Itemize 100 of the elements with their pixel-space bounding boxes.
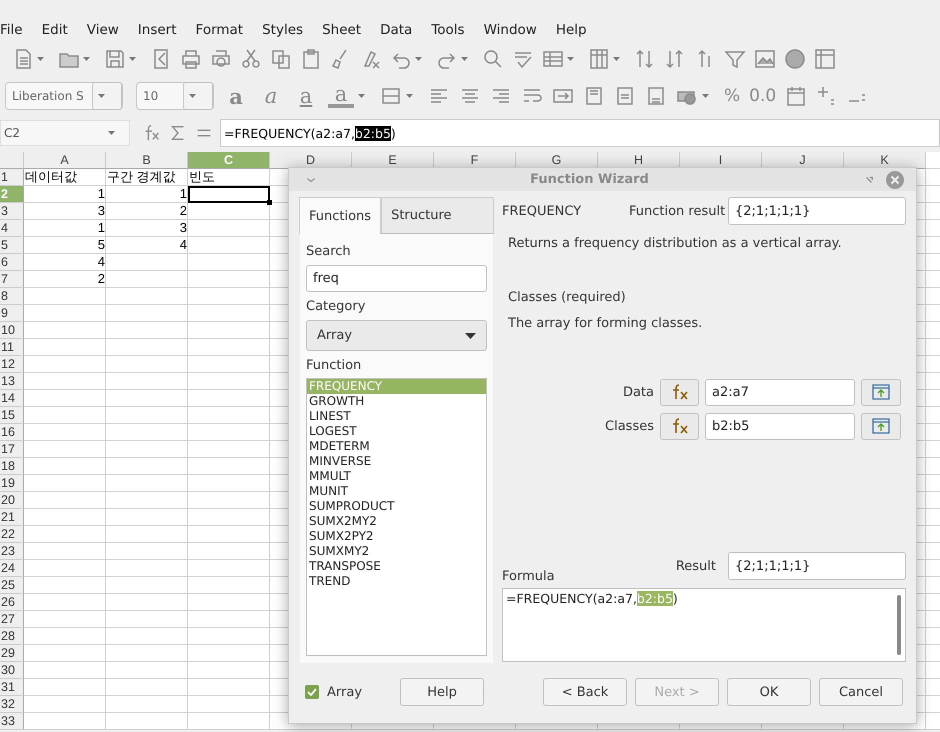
row-header[interactable]: 27 <box>0 611 24 628</box>
close-icon[interactable] <box>884 168 906 190</box>
row-header[interactable]: 21 <box>0 509 24 526</box>
row-header[interactable]: 15 <box>0 407 24 424</box>
menu-item[interactable]: Format <box>196 22 244 38</box>
row-header[interactable]: 13 <box>0 373 24 390</box>
dropdown-arrow-icon[interactable] <box>613 57 620 61</box>
menu-item[interactable]: Edit <box>42 22 68 38</box>
pivot-table-icon[interactable] <box>814 48 836 70</box>
function-list-item[interactable]: MINVERSE <box>307 454 486 469</box>
row-header[interactable]: 23 <box>0 543 24 560</box>
row-header[interactable]: 11 <box>0 339 24 356</box>
dropdown-arrow-icon[interactable] <box>567 57 574 61</box>
function-list-item[interactable]: SUMPRODUCT <box>307 499 486 514</box>
search-field[interactable]: freq <box>306 265 487 292</box>
row-header[interactable]: 8 <box>0 288 24 305</box>
select-range-button[interactable] <box>861 378 901 406</box>
row-header[interactable]: 31 <box>0 679 24 696</box>
function-list-item[interactable]: TRANSPOSE <box>307 559 486 574</box>
row-header[interactable]: 4 <box>0 220 24 237</box>
row-header[interactable]: 1 <box>0 169 24 186</box>
save-icon[interactable] <box>104 48 126 70</box>
function-wizard-button[interactable] <box>660 412 699 440</box>
category-dropdown[interactable]: Array <box>306 320 487 351</box>
dropdown-arrow-icon[interactable] <box>98 94 105 98</box>
dropdown-arrow-icon[interactable] <box>37 57 44 61</box>
function-list-item[interactable]: GROWTH <box>307 394 486 409</box>
row-header[interactable]: 3 <box>0 203 24 220</box>
row-header[interactable]: 14 <box>0 390 24 407</box>
checkbox[interactable] <box>305 685 319 699</box>
row-header[interactable]: 7 <box>0 271 24 288</box>
dropdown-arrow-icon[interactable] <box>189 94 196 98</box>
row-header[interactable]: 20 <box>0 492 24 509</box>
corner-header[interactable] <box>0 152 24 169</box>
dialog-button[interactable]: < Back <box>543 678 627 706</box>
calendar-icon[interactable] <box>785 85 808 107</box>
function-list-item[interactable]: SUMX2PY2 <box>307 529 486 544</box>
row-header[interactable]: 6 <box>0 254 24 271</box>
function-list-item[interactable]: LINEST <box>307 409 486 424</box>
argument-field[interactable]: b2:b5 <box>705 412 855 440</box>
function-list-item[interactable]: SUMXMY2 <box>307 544 486 559</box>
dropdown-arrow-icon[interactable] <box>108 131 115 135</box>
font-size-combo[interactable]: 10 <box>136 82 214 110</box>
row-header[interactable]: 16 <box>0 424 24 441</box>
row-header[interactable]: 17 <box>0 441 24 458</box>
row-header[interactable]: 26 <box>0 594 24 611</box>
function-result-field[interactable]: {2;1;1;1;1} <box>728 197 906 225</box>
search-icon[interactable] <box>482 48 504 70</box>
tab[interactable]: Functions <box>299 197 382 234</box>
scissors-icon[interactable] <box>240 48 262 70</box>
menu-item[interactable]: Sheet <box>322 22 362 38</box>
column-header[interactable]: D <box>270 152 352 169</box>
row-header[interactable]: 9 <box>0 305 24 322</box>
row-header[interactable]: 32 <box>0 696 24 713</box>
column-header[interactable]: A <box>24 152 106 169</box>
argument-field[interactable]: a2:a7 <box>705 378 855 406</box>
dialog-button[interactable]: Help <box>400 678 484 706</box>
dialog-button[interactable]: Cancel <box>819 678 903 706</box>
row-header[interactable]: 18 <box>0 458 24 475</box>
dropdown-arrow-icon[interactable] <box>415 57 422 61</box>
result-field[interactable]: {2;1;1;1;1} <box>728 552 906 580</box>
menu-item[interactable]: Tools <box>431 22 465 38</box>
formula-input[interactable]: =FREQUENCY(a2:a7,b2:b5) <box>220 119 940 147</box>
column-header[interactable]: K <box>844 152 926 169</box>
function-list-item[interactable]: TREND <box>307 574 486 589</box>
menu-item[interactable]: Styles <box>262 22 304 38</box>
name-box[interactable]: C2 <box>0 120 130 146</box>
copy-icon[interactable] <box>270 48 292 70</box>
function-wizard-button[interactable] <box>660 378 699 406</box>
function-list-item[interactable]: MDETERM <box>307 439 486 454</box>
dropdown-arrow-icon[interactable] <box>358 94 365 98</box>
row-header[interactable]: 19 <box>0 475 24 492</box>
menu-item[interactable]: Data <box>380 22 412 38</box>
row-header[interactable]: 5 <box>0 237 24 254</box>
row-header[interactable]: 25 <box>0 577 24 594</box>
dropdown-arrow-icon[interactable] <box>461 57 468 61</box>
function-list-item[interactable]: MUNIT <box>307 484 486 499</box>
row-header[interactable]: 33 <box>0 713 24 730</box>
row-header[interactable]: 10 <box>0 322 24 339</box>
menu-item[interactable]: File <box>0 22 23 38</box>
menu-item[interactable]: Window <box>484 22 537 38</box>
font-name-combo[interactable]: Liberation S <box>5 82 123 110</box>
menu-item[interactable]: Help <box>556 22 587 38</box>
formula-editor[interactable]: =FREQUENCY(a2:a7,b2:b5) <box>502 588 906 662</box>
row-header[interactable]: 29 <box>0 645 24 662</box>
tab[interactable]: Structure <box>381 197 494 233</box>
printer-icon[interactable] <box>180 48 202 70</box>
active-cell[interactable] <box>188 186 270 203</box>
table-columns-icon[interactable] <box>588 48 610 70</box>
dropdown-arrow-icon[interactable] <box>702 94 709 98</box>
pie-chart-icon[interactable] <box>784 48 806 70</box>
row-header[interactable]: 12 <box>0 356 24 373</box>
menu-item[interactable]: View <box>86 22 119 38</box>
menu-item[interactable]: Insert <box>138 22 177 38</box>
function-list-item[interactable]: MMULT <box>307 469 486 484</box>
dropdown-arrow-icon[interactable] <box>406 94 413 98</box>
select-range-button[interactable] <box>861 412 901 440</box>
row-header[interactable]: 24 <box>0 560 24 577</box>
column-header[interactable]: B <box>106 152 188 169</box>
dropdown-arrow-icon[interactable] <box>129 57 136 61</box>
